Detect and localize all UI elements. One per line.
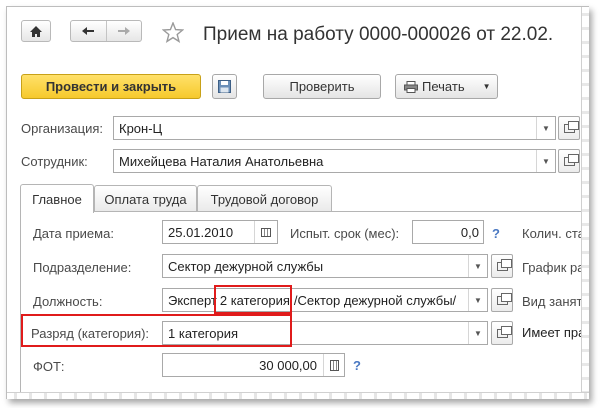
occupancy-type-label: Вид занято	[522, 294, 589, 309]
organization-field[interactable]: Крон-Ц ▼	[113, 116, 556, 140]
position-open-button[interactable]	[491, 288, 513, 312]
dropdown-arrow-icon[interactable]: ▼	[469, 329, 487, 338]
fot-value: 30 000,00	[259, 357, 317, 373]
star-favorite-icon[interactable]	[162, 22, 184, 43]
position-field[interactable]: Эксперт 2 категория/Сектор дежурной служб…	[162, 288, 488, 312]
fot-label: ФОТ:	[33, 359, 65, 374]
probation-value: 0,0	[460, 224, 479, 240]
grade-open-button[interactable]	[491, 321, 513, 345]
tab-payroll[interactable]: Оплата труда	[94, 185, 197, 212]
window-title: Прием на работу 0000-000026 от 22.02.	[203, 24, 554, 45]
tab-main[interactable]: Главное	[20, 184, 94, 213]
home-button[interactable]	[21, 20, 51, 42]
screenshot-frame: Прием на работу 0000-000026 от 22.02. Пр…	[6, 6, 589, 399]
check-button[interactable]: Проверить	[263, 74, 381, 99]
organization-label: Организация:	[21, 121, 104, 136]
employee-field[interactable]: Михейцева Наталия Анатольевна ▼	[113, 149, 556, 173]
printer-icon	[404, 80, 418, 93]
position-value-department: /Сектор дежурной службы/	[293, 292, 457, 308]
help-icon[interactable]: ?	[492, 226, 500, 241]
torn-edge-right	[581, 7, 589, 399]
dropdown-arrow-icon[interactable]: ▼	[537, 124, 555, 133]
print-label: Печать	[422, 79, 465, 94]
probation-field[interactable]: 0,0	[412, 220, 484, 244]
post-and-close-button[interactable]: Провести и закрыть	[21, 74, 201, 99]
position-value: Эксперт 2 категория/Сектор дежурной служб…	[163, 293, 468, 308]
department-label: Подразделение:	[33, 260, 132, 275]
back-button[interactable]	[71, 21, 107, 41]
open-window-icon	[496, 258, 512, 271]
arrow-right-icon	[117, 27, 130, 35]
save-button[interactable]	[212, 74, 237, 99]
dropdown-arrow-icon[interactable]: ▼	[469, 296, 487, 305]
help-icon[interactable]: ?	[353, 358, 361, 373]
position-value-title: Эксперт	[168, 292, 217, 308]
highlight-grade-row	[21, 314, 292, 347]
hire-date-label: Дата приема:	[33, 226, 114, 241]
employee-label: Сотрудник:	[21, 154, 88, 169]
organization-value: Крон-Ц	[119, 120, 163, 136]
department-value: Сектор дежурной службы	[168, 258, 324, 274]
employee-value: Михейцева Наталия Анатольевна	[119, 153, 324, 169]
open-window-icon	[563, 120, 579, 133]
probation-label: Испыт. срок (мес):	[290, 226, 400, 241]
has-right-label: Имеет прав	[522, 325, 589, 340]
calendar-icon[interactable]	[255, 227, 277, 237]
open-window-icon	[496, 292, 512, 305]
department-field[interactable]: Сектор дежурной службы ▼	[162, 254, 488, 278]
position-label: Должность:	[33, 294, 103, 309]
fot-field[interactable]: 30 000,00	[162, 353, 345, 377]
back-forward-group	[70, 20, 142, 42]
highlight-position-category	[214, 285, 292, 314]
chevron-down-icon: ▼	[482, 82, 491, 91]
open-window-icon	[496, 325, 512, 338]
open-window-icon	[563, 153, 579, 166]
floppy-disk-icon	[218, 80, 231, 93]
tab-employment-contract[interactable]: Трудовой договор	[197, 185, 332, 212]
organization-open-button[interactable]	[558, 116, 580, 140]
home-icon	[30, 25, 42, 37]
arrow-left-icon	[82, 27, 95, 35]
print-button[interactable]: Печать ▼	[395, 74, 498, 99]
hire-date-value: 25.01.2010	[168, 224, 234, 240]
calculator-icon[interactable]	[324, 359, 344, 371]
hire-date-field[interactable]: 25.01.2010	[162, 220, 278, 244]
schedule-label: График раб	[522, 260, 589, 275]
torn-edge-bottom	[7, 392, 589, 399]
dropdown-arrow-icon[interactable]: ▼	[469, 262, 487, 271]
employee-open-button[interactable]	[558, 149, 580, 173]
rate-count-label: Колич. став	[522, 226, 589, 241]
dropdown-arrow-icon[interactable]: ▼	[537, 157, 555, 166]
forward-button[interactable]	[107, 21, 142, 41]
department-open-button[interactable]	[491, 254, 513, 278]
